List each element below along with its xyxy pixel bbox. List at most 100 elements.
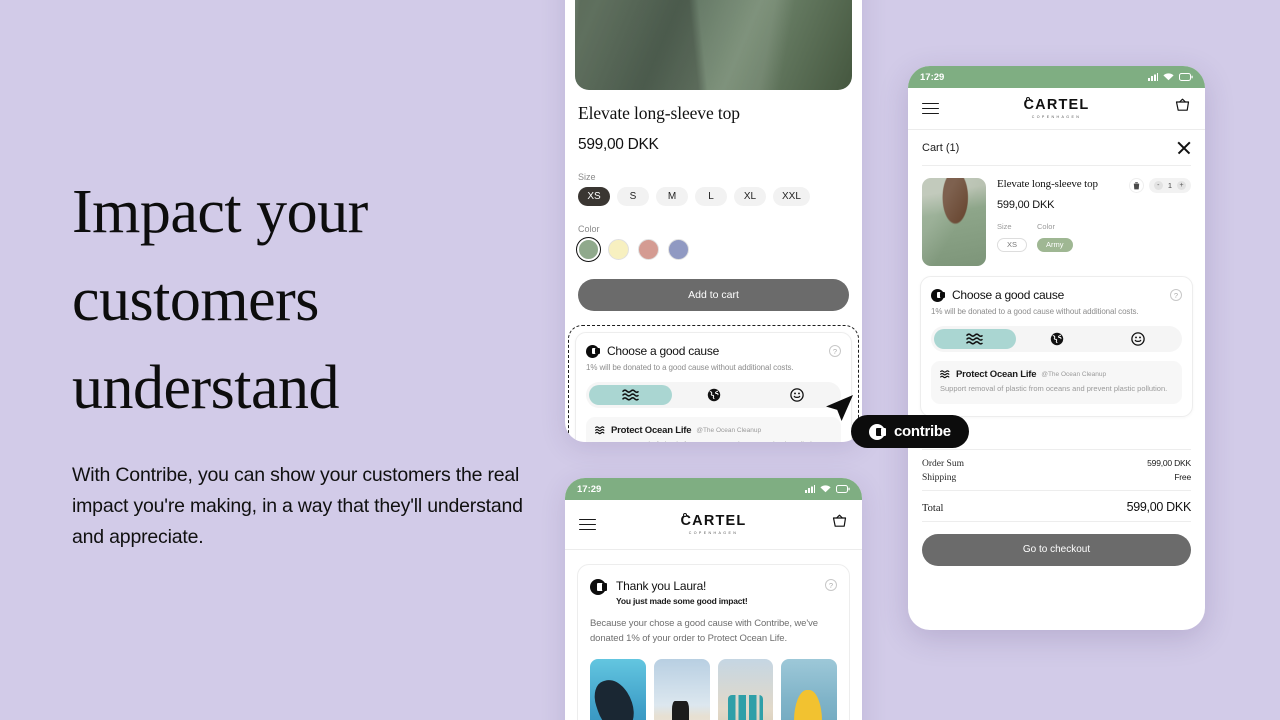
quantity-value: 1 [1167,181,1172,190]
cart-item-thumbnail [922,178,986,266]
menu-icon[interactable] [922,102,939,115]
help-icon[interactable]: ? [1170,289,1182,301]
cause-tab-earth[interactable] [672,385,755,405]
smiley-icon [789,388,804,402]
cause-tab-ocean[interactable] [589,385,672,405]
size-option-xl[interactable]: XL [734,187,766,206]
color-swatch-periwinkle[interactable] [668,239,689,260]
brand-logo: CARTEL COPENHAGEN [1023,97,1089,120]
battery-icon [836,485,850,493]
brand-name: CARTEL [680,513,747,530]
size-option-s[interactable]: S [617,187,649,206]
page-subtitle: With Contribe, you can show your custome… [72,464,523,548]
cause-widget-highlight: Choose a good cause ? 1% will be donated… [568,325,859,442]
choose-cause-card: Choose a good cause ? 1% will be donated… [575,332,852,442]
product-price: 599,00 DKK [578,136,659,153]
summary-row: Order Sum 599,00 DKK [922,458,1191,469]
signal-icon [805,485,815,493]
quantity-stepper[interactable]: - 1 + [1148,178,1191,193]
color-swatch-army[interactable] [575,236,602,263]
cart-item-price: 599,00 DKK [997,199,1055,211]
cart-size-label: Size [997,222,1012,231]
cart-title: Cart (1) [922,142,960,154]
phone-mockup-product: Elevate long-sleeve top 599,00 DKK Size … [565,0,862,442]
cause-description: Support removal of plastic from oceans a… [940,384,1168,393]
signal-icon [1148,73,1158,81]
add-to-cart-button[interactable]: Add to cart [578,279,849,311]
quantity-increment[interactable]: + [1177,181,1186,190]
summary-label: Shipping [922,472,957,483]
quantity-decrement[interactable]: - [1153,181,1163,190]
marketing-copy: Impact your customers understand With Co… [72,168,552,553]
cart-toolbar: Cart (1) [908,130,1205,165]
impact-image-beach-cleanup [653,658,710,720]
delete-item-icon[interactable] [1128,178,1144,193]
cart-color-value: Army [1037,237,1073,252]
battery-icon [1179,73,1193,81]
impact-image-gallery [590,658,837,720]
brand-tagline: COPENHAGEN [1031,115,1082,120]
color-swatch-rose[interactable] [638,239,659,260]
status-bar: 17:29 [908,66,1205,88]
brand-tagline: COPENHAGEN [688,531,739,536]
order-summary: Order Sum 599,00 DKK Shipping Free [908,450,1205,483]
app-header: CARTEL COPENHAGEN [908,88,1205,130]
contribe-logo-icon [869,423,887,440]
cart-icon[interactable] [1174,98,1191,120]
help-icon[interactable]: ? [825,579,837,591]
cause-tab-earth[interactable] [1016,329,1098,349]
selected-cause-detail: Protect Ocean Life @The Ocean Cleanup Su… [586,417,841,442]
cause-card-subtitle: 1% will be donated to a good cause witho… [931,307,1139,316]
globe-icon [1050,332,1063,346]
cart-item-color: Color Army [1037,222,1073,252]
globe-icon [707,388,720,402]
thank-you-card: Thank you Laura! You just made some good… [577,564,850,720]
divider [922,520,1191,522]
cause-description: Support removal of plastic from oceans a… [595,440,832,442]
cause-org: @The Ocean Cleanup [696,427,762,434]
summary-row: Shipping Free [922,472,1191,483]
cause-category-tabs[interactable] [586,382,841,408]
status-time: 17:29 [577,483,602,495]
color-swatch-cream[interactable] [608,239,629,260]
size-option-xxl[interactable]: XXL [773,187,810,206]
contribe-logo-icon [590,579,608,595]
contribe-logo-icon [586,344,600,358]
waves-icon [622,389,639,401]
menu-icon[interactable] [579,518,596,531]
cause-card-title: Choose a good cause [607,344,720,358]
summary-label: Order Sum [922,458,964,469]
summary-total-row: Total 599,00 DKK [922,500,1191,514]
smiley-icon [1131,332,1145,346]
cause-tab-people[interactable] [1097,329,1179,349]
size-option-m[interactable]: M [656,187,688,206]
size-option-l[interactable]: L [695,187,727,206]
selected-cause-detail: Protect Ocean Life @The Ocean Cleanup Su… [931,361,1182,404]
total-label: Total [922,502,944,514]
thanks-subtitle: You just made some good impact! [616,596,748,606]
cart-line-item: Elevate long-sleeve top - 1 + 599,00 DKK… [908,166,1205,276]
product-hero-image [575,0,852,90]
cause-tab-ocean[interactable] [934,329,1016,349]
size-label: Size [578,172,596,182]
thanks-title: Thank you Laura! [616,579,707,593]
size-option-xs[interactable]: XS [578,187,610,206]
cause-category-tabs[interactable] [931,326,1182,352]
close-icon[interactable] [1177,141,1191,155]
summary-value: Free [1174,471,1191,482]
wifi-icon [820,485,831,493]
size-selector[interactable]: XS S M L XL XXL [578,187,849,206]
help-icon[interactable]: ? [829,345,841,357]
impact-image-diver [590,658,646,720]
product-title: Elevate long-sleeve top [578,103,740,123]
go-to-checkout-button[interactable]: Go to checkout [922,533,1191,566]
contribe-badge: contribe [851,415,969,448]
cause-card-title: Choose a good cause [952,288,1065,302]
color-selector[interactable] [575,236,849,263]
cart-item-size: Size XS [997,222,1028,252]
phone-mockup-cart: 17:29 CARTEL COPENHAGEN Cart (1) Elevate… [908,66,1205,630]
color-label: Color [578,224,600,234]
cart-icon[interactable] [831,514,848,536]
cause-card-subtitle: 1% will be donated to a good cause witho… [586,363,794,372]
impact-image-volunteers [717,658,774,720]
